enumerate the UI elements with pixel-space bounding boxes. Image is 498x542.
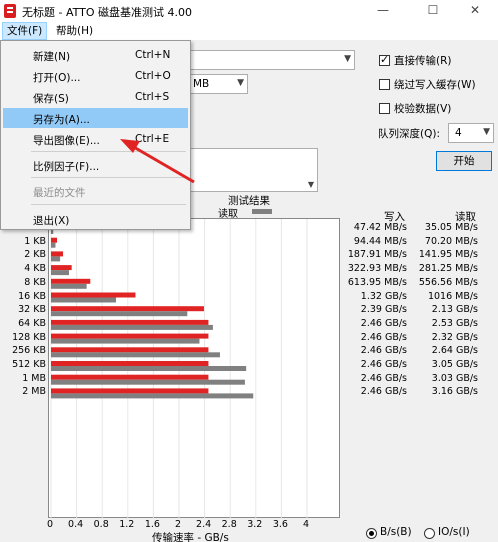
arrow-shaft: [131, 144, 195, 184]
arrow-head: [120, 139, 140, 153]
annotation-arrow: [120, 139, 195, 184]
